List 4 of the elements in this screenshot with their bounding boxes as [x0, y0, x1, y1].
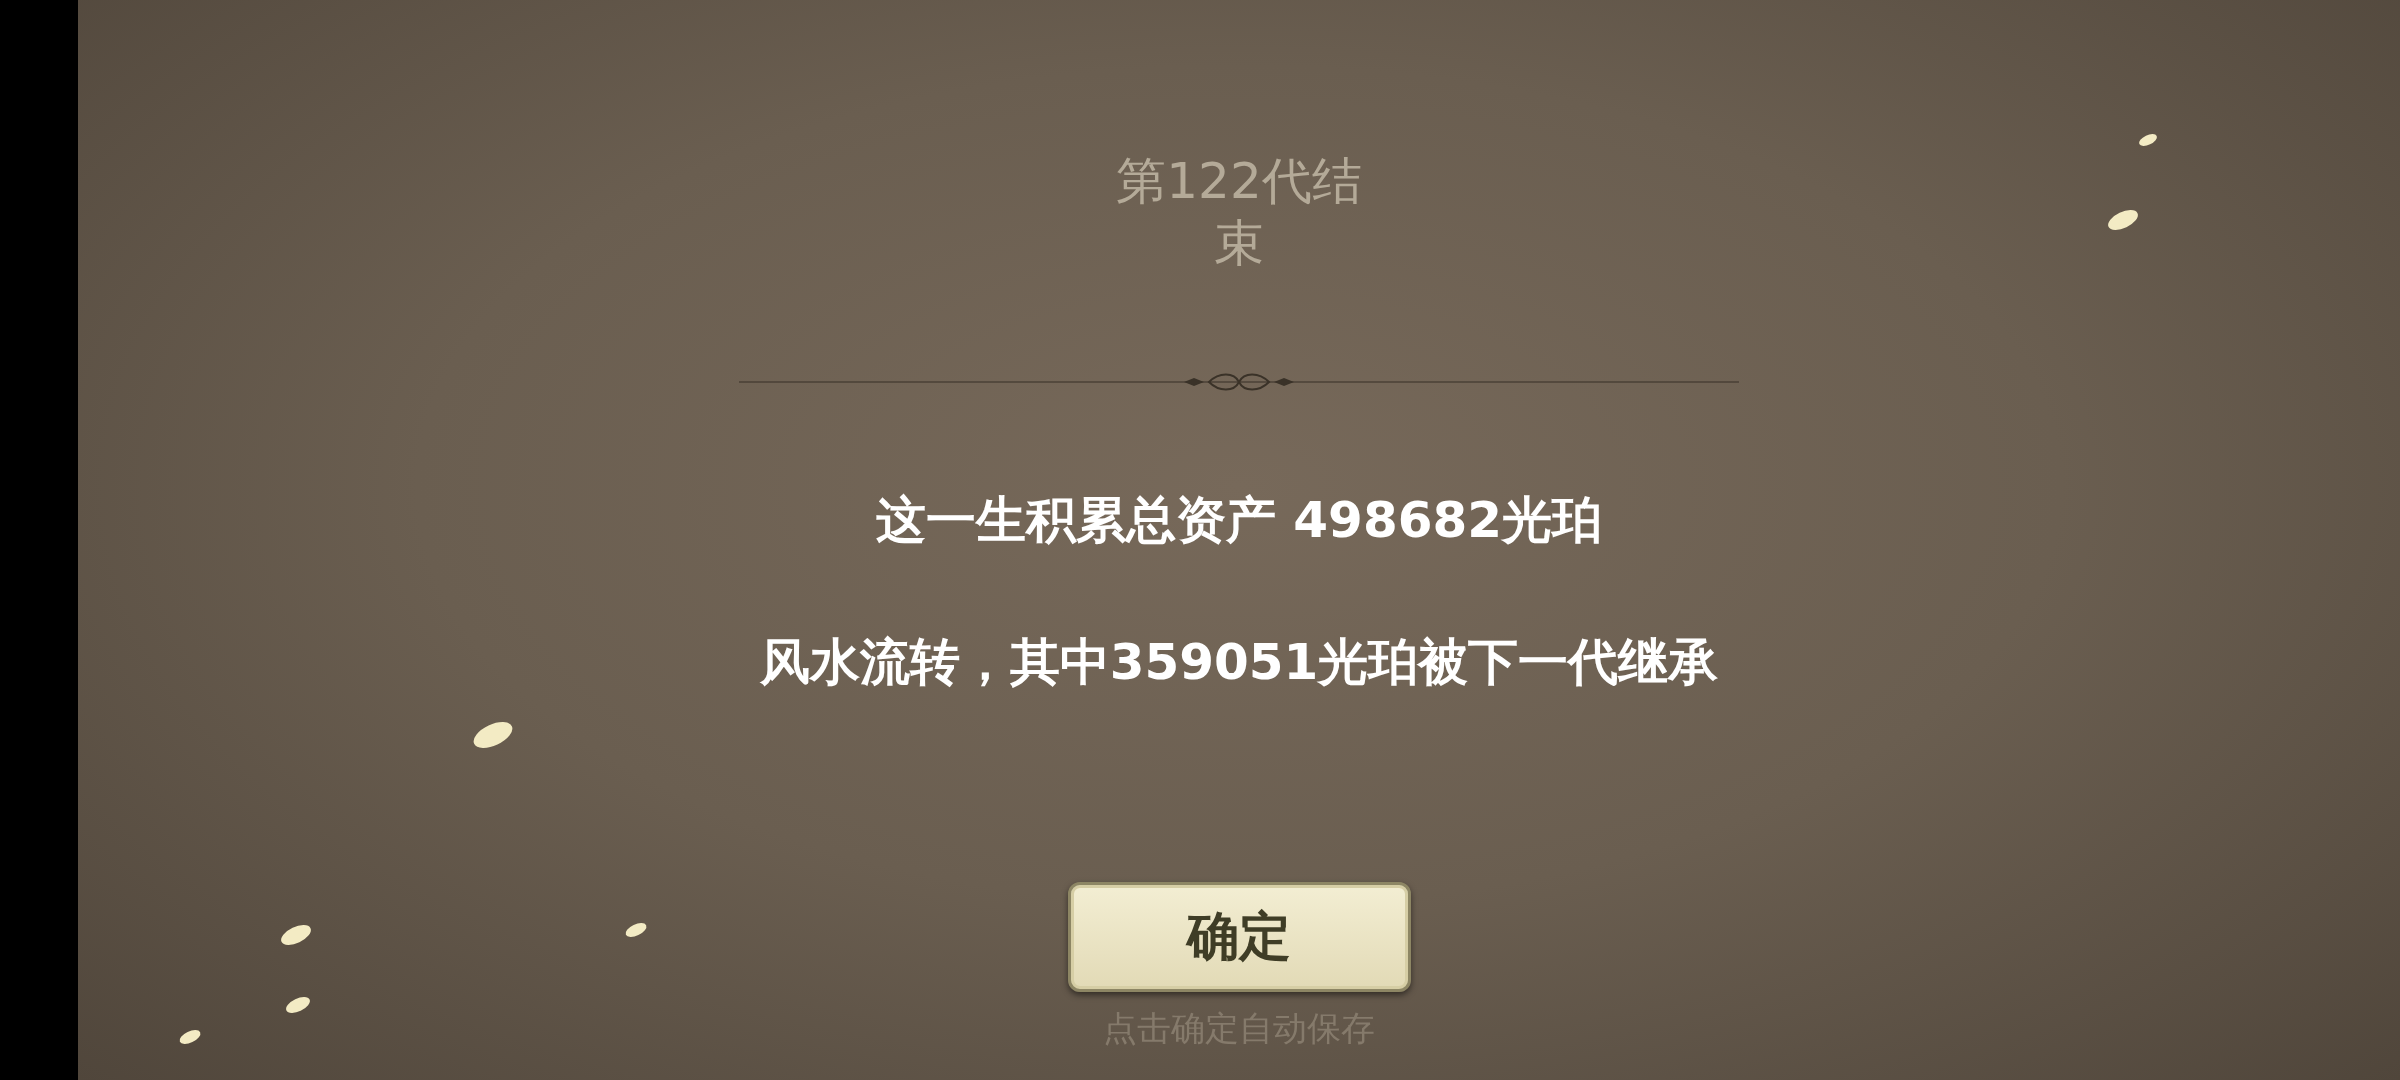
summary-text: 这一生积累总资产 498682光珀: [875, 490, 1603, 550]
generation-title: 第122代结束: [1115, 151, 1363, 274]
confirm-button[interactable]: 确定: [1067, 882, 1411, 992]
summary-text: 风水流转，其中359051光珀被下一代继承: [759, 632, 1719, 692]
